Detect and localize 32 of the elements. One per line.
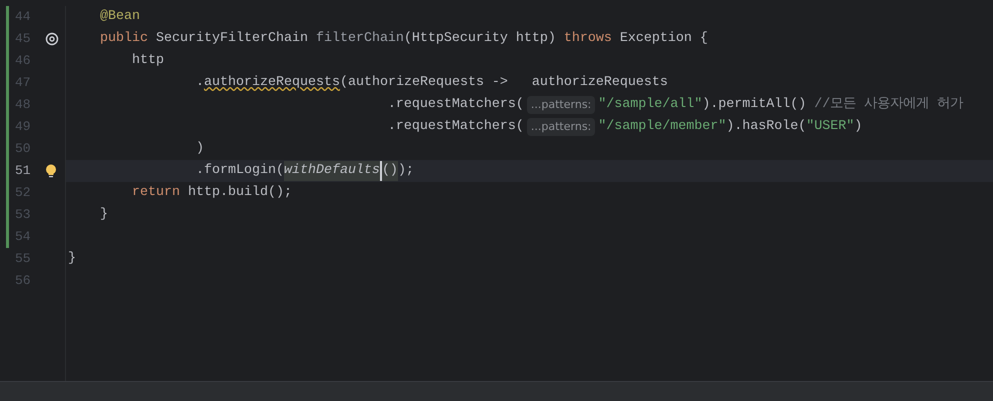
- parameter-hint: ...patterns:: [526, 96, 596, 114]
- code-token: //모든 사용자에게 허가: [814, 96, 964, 114]
- code-token: http.build();: [188, 184, 292, 202]
- code-token: withDefaults: [284, 161, 382, 181]
- code-token: }: [68, 250, 76, 268]
- code-token: "USER": [806, 118, 854, 136]
- code-token: http: [130, 52, 164, 70]
- code-token: (): [382, 161, 398, 181]
- code-token: authorizeRequests: [204, 74, 340, 92]
- code-token: return: [130, 184, 181, 202]
- code-token: filterChain: [316, 30, 404, 48]
- code-token: ).hasRole(: [726, 118, 806, 136]
- code-token: ): [854, 118, 862, 136]
- code-token: SecurityFilterChain: [156, 30, 309, 48]
- code-token: ).permitAll(): [702, 96, 808, 114]
- code-token: "/sample/member": [598, 118, 726, 136]
- code-token: .requestMatchers(: [386, 96, 524, 114]
- code-token: (authorizeRequests -> authorizeRequests: [340, 74, 668, 92]
- code-token: );: [398, 162, 414, 180]
- code-token: .formLogin(: [194, 162, 284, 180]
- code-token: }: [98, 206, 108, 224]
- code-token: throws: [564, 30, 613, 48]
- code-token: "/sample/all": [598, 96, 702, 114]
- code-token: (HttpSecurity http): [404, 30, 557, 48]
- code-token: @Bean: [98, 8, 140, 26]
- code-token: Exception {: [620, 30, 708, 48]
- parameter-hint: ...patterns:: [526, 118, 596, 136]
- code-token: ): [194, 140, 204, 158]
- line-number: 51: [15, 162, 32, 180]
- code-token: public: [98, 30, 149, 48]
- code-token: .: [194, 74, 204, 92]
- code-token: .requestMatchers(: [386, 118, 524, 136]
